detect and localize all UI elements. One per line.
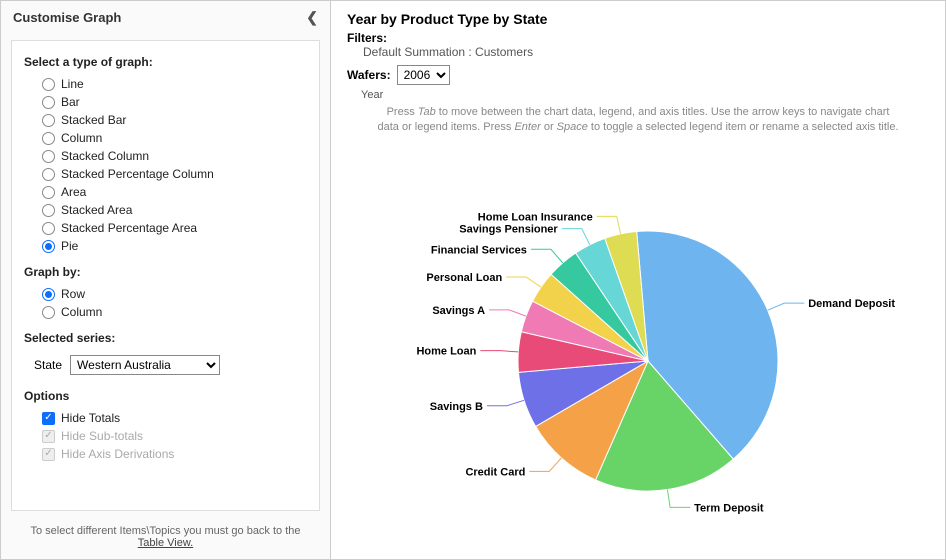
graph-type-column[interactable]: Column: [24, 129, 307, 147]
checkbox-label: Hide Axis Derivations: [61, 447, 174, 461]
checkbox-label: Hide Totals: [61, 411, 120, 425]
radio-label: Column: [61, 131, 102, 145]
series-label: State: [34, 358, 62, 372]
checkbox-icon: [42, 448, 55, 461]
pie-label-home-loan: Home Loan: [416, 346, 476, 358]
radio-label: Bar: [61, 95, 80, 109]
pie-label-financial-services: Financial Services: [431, 245, 527, 257]
wafers-label: Wafers:: [347, 68, 391, 82]
graph-type-stacked-area[interactable]: Stacked Area: [24, 201, 307, 219]
pie-label-personal-loan: Personal Loan: [426, 272, 502, 284]
radio-icon[interactable]: [42, 186, 55, 199]
pie-label-credit-card: Credit Card: [465, 467, 525, 479]
pie-label-term-deposit: Term Deposit: [694, 503, 764, 515]
page-title: Year by Product Type by State: [347, 11, 929, 27]
radio-icon[interactable]: [42, 168, 55, 181]
checkbox-icon[interactable]: [42, 412, 55, 425]
graph-type-area[interactable]: Area: [24, 183, 307, 201]
radio-label: Pie: [61, 239, 78, 253]
graph-type-stacked-bar[interactable]: Stacked Bar: [24, 111, 307, 129]
graph-type-line[interactable]: Line: [24, 75, 307, 93]
wafers-select[interactable]: 2006: [397, 65, 450, 85]
graph-type-stacked-percentage-column[interactable]: Stacked Percentage Column: [24, 165, 307, 183]
series-select[interactable]: Western Australia: [70, 355, 220, 375]
pie-label-savings-a: Savings A: [432, 305, 485, 317]
pie-label-savings-pensioner: Savings Pensioner: [459, 224, 558, 236]
graph-type-title: Select a type of graph:: [24, 55, 307, 69]
selected-series-title: Selected series:: [24, 331, 307, 345]
chart-area: Demand Deposit Term Deposit Credit Card Sav…: [347, 136, 929, 549]
wafers-sublabel: Year: [361, 89, 929, 101]
radio-label: Line: [61, 77, 84, 91]
option-hide-totals[interactable]: Hide Totals: [24, 409, 307, 427]
radio-label: Stacked Percentage Area: [61, 221, 197, 235]
graph-type-stacked-column[interactable]: Stacked Column: [24, 147, 307, 165]
radio-label: Column: [61, 305, 102, 319]
graph-by-row[interactable]: Row: [24, 285, 307, 303]
graph-type-pie[interactable]: Pie: [24, 237, 307, 255]
pie-label-demand-deposit: Demand Deposit: [808, 299, 895, 311]
sidebar-title: Customise Graph: [13, 10, 121, 25]
option-hide-sub-totals: Hide Sub-totals: [24, 427, 307, 445]
pie-label-home-loan-insurance: Home Loan Insurance: [478, 212, 593, 224]
radio-label: Row: [61, 287, 85, 301]
option-hide-axis-derivations: Hide Axis Derivations: [24, 445, 307, 463]
graph-type-stacked-percentage-area[interactable]: Stacked Percentage Area: [24, 219, 307, 237]
radio-icon[interactable]: [42, 132, 55, 145]
graph-by-title: Graph by:: [24, 265, 307, 279]
filters-label: Filters:: [347, 31, 387, 45]
main-area: Year by Product Type by State Filters: D…: [331, 1, 945, 559]
radio-label: Stacked Bar: [61, 113, 126, 127]
radio-label: Stacked Column: [61, 149, 149, 163]
radio-label: Stacked Percentage Column: [61, 167, 214, 181]
radio-icon[interactable]: [42, 78, 55, 91]
options-title: Options: [24, 389, 307, 403]
pie-label-savings-b: Savings B: [430, 401, 483, 413]
radio-icon[interactable]: [42, 288, 55, 301]
graph-type-bar[interactable]: Bar: [24, 93, 307, 111]
collapse-icon[interactable]: ❮: [306, 9, 318, 26]
radio-icon[interactable]: [42, 114, 55, 127]
sidebar: Customise Graph ❮ Select a type of graph…: [1, 1, 331, 559]
radio-label: Area: [61, 185, 86, 199]
radio-icon[interactable]: [42, 240, 55, 253]
customise-panel: Select a type of graph: Line Bar Stacked B…: [11, 40, 320, 511]
radio-icon[interactable]: [42, 222, 55, 235]
table-view-link[interactable]: Table View.: [138, 537, 193, 549]
filters-value: Default Summation : Customers: [353, 45, 929, 59]
checkbox-icon: [42, 430, 55, 443]
radio-icon[interactable]: [42, 204, 55, 217]
footer-note: To select different Items\Topics you mus…: [1, 517, 330, 559]
checkbox-label: Hide Sub-totals: [61, 429, 143, 443]
pie-chart[interactable]: Demand Deposit Term Deposit Credit Card Sav…: [338, 171, 938, 551]
radio-icon[interactable]: [42, 306, 55, 319]
radio-icon[interactable]: [42, 150, 55, 163]
graph-by-column[interactable]: Column: [24, 303, 307, 321]
radio-icon[interactable]: [42, 96, 55, 109]
help-text: Press Tab to move between the chart data…: [347, 105, 929, 136]
radio-label: Stacked Area: [61, 203, 132, 217]
